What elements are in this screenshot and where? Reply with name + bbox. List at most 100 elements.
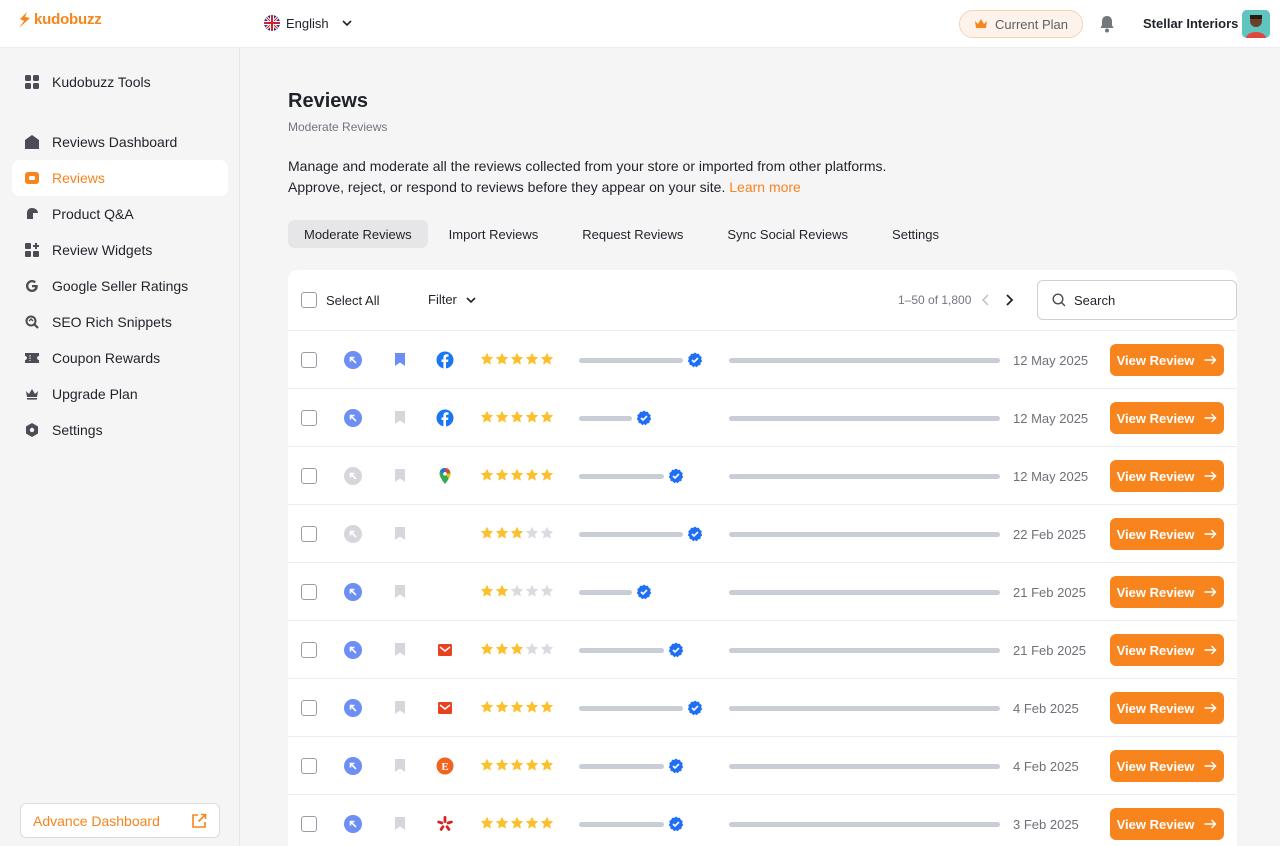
- search-input[interactable]: [1074, 292, 1214, 308]
- star-icon: [525, 584, 539, 597]
- reply-status-icon[interactable]: [344, 467, 362, 485]
- row-checkbox[interactable]: [301, 526, 317, 542]
- view-review-button[interactable]: View Review: [1110, 808, 1224, 840]
- tab-import-reviews[interactable]: Import Reviews: [433, 220, 555, 248]
- chevron-right-icon[interactable]: [1004, 294, 1014, 306]
- search-box[interactable]: [1037, 280, 1237, 320]
- bookmark-icon[interactable]: [394, 700, 406, 715]
- star-icon: [540, 816, 554, 829]
- sidebar-item-reviews[interactable]: Reviews: [12, 160, 228, 196]
- brand-logo[interactable]: kudobuzz: [18, 11, 102, 28]
- bookmark-icon[interactable]: [394, 526, 406, 541]
- advance-dashboard-button[interactable]: Advance Dashboard: [20, 803, 220, 838]
- avatar-image: [1242, 10, 1270, 38]
- star-icon: [510, 584, 524, 597]
- view-review-button[interactable]: View Review: [1110, 750, 1224, 782]
- row-checkbox[interactable]: [301, 700, 317, 716]
- row-checkbox[interactable]: [301, 410, 317, 426]
- tab-request-reviews[interactable]: Request Reviews: [566, 220, 699, 248]
- star-icon: [480, 468, 494, 481]
- view-review-label: View Review: [1116, 468, 1195, 484]
- reply-status-icon[interactable]: [344, 409, 362, 427]
- star-icon: [480, 758, 494, 771]
- select-all-label: Select All: [326, 292, 380, 308]
- view-review-button[interactable]: View Review: [1110, 634, 1224, 666]
- sidebar-item-upgrade-plan[interactable]: Upgrade Plan: [12, 376, 228, 412]
- filter-dropdown[interactable]: Filter: [428, 292, 477, 307]
- current-plan-button[interactable]: Current Plan: [959, 10, 1083, 38]
- sidebar: Kudobuzz Tools Reviews Dashboard Reviews…: [0, 48, 240, 846]
- bookmark-icon[interactable]: [394, 584, 406, 599]
- review-date: 12 May 2025: [1013, 353, 1089, 368]
- row-checkbox[interactable]: [301, 816, 317, 832]
- select-all[interactable]: Select All: [301, 292, 379, 308]
- seo-icon: [24, 314, 40, 330]
- avatar[interactable]: [1242, 10, 1270, 38]
- sidebar-item-label: Settings: [52, 422, 103, 438]
- bookmark-icon[interactable]: [394, 642, 406, 657]
- svg-text:E: E: [441, 761, 448, 773]
- reply-status-icon[interactable]: [344, 815, 362, 833]
- sidebar-item-label: Upgrade Plan: [52, 386, 138, 402]
- sidebar-item-seo-rich-snippets[interactable]: SEO Rich Snippets: [12, 304, 228, 340]
- reply-status-icon[interactable]: [344, 757, 362, 775]
- sidebar-item-reviews-dashboard[interactable]: Reviews Dashboard: [12, 124, 228, 160]
- bookmark-icon[interactable]: [394, 410, 406, 425]
- etsy-icon: E: [436, 757, 454, 775]
- account-name[interactable]: Stellar Interiors: [1143, 16, 1238, 31]
- sidebar-item-google-seller-ratings[interactable]: Google Seller Ratings: [12, 268, 228, 304]
- select-all-checkbox[interactable]: [301, 292, 317, 308]
- reply-status-icon[interactable]: [344, 525, 362, 543]
- main-content: Reviews Moderate Reviews Manage and mode…: [240, 48, 1280, 846]
- row-checkbox[interactable]: [301, 642, 317, 658]
- sidebar-item-settings[interactable]: Settings: [12, 412, 228, 448]
- view-review-button[interactable]: View Review: [1110, 402, 1224, 434]
- language-selector[interactable]: English: [264, 15, 353, 31]
- star-rating: [480, 468, 554, 482]
- star-rating: [480, 410, 554, 424]
- star-rating: [480, 526, 554, 540]
- sidebar-item-product-qa[interactable]: Product Q&A: [12, 196, 228, 232]
- reply-status-icon[interactable]: [344, 641, 362, 659]
- sidebar-item-review-widgets[interactable]: Review Widgets: [12, 232, 228, 268]
- star-icon: [495, 584, 509, 597]
- reply-status-icon[interactable]: [344, 583, 362, 601]
- kudobuzz-logo-icon: [19, 11, 30, 28]
- bookmark-icon[interactable]: [394, 758, 406, 773]
- table-row: 3 Feb 2025 View Review: [288, 794, 1237, 846]
- view-review-label: View Review: [1116, 758, 1195, 774]
- bookmark-icon[interactable]: [394, 352, 406, 367]
- view-review-button[interactable]: View Review: [1110, 344, 1224, 376]
- table-row: 21 Feb 2025 View Review: [288, 620, 1237, 678]
- bell-icon[interactable]: [1099, 15, 1115, 33]
- row-checkbox[interactable]: [301, 758, 317, 774]
- reply-status-icon[interactable]: [344, 699, 362, 717]
- view-review-button[interactable]: View Review: [1110, 518, 1224, 550]
- pagination-range: 1–50 of 1,800: [898, 293, 972, 307]
- arrow-right-icon: [1204, 587, 1217, 597]
- learn-more-link[interactable]: Learn more: [729, 179, 801, 195]
- row-checkbox[interactable]: [301, 584, 317, 600]
- view-review-button[interactable]: View Review: [1110, 692, 1224, 724]
- row-checkbox[interactable]: [301, 468, 317, 484]
- tab-settings[interactable]: Settings: [876, 220, 955, 248]
- bookmark-icon[interactable]: [394, 468, 406, 483]
- tab-moderate-reviews[interactable]: Moderate Reviews: [288, 220, 428, 248]
- chevron-left-icon[interactable]: [981, 294, 991, 306]
- verified-icon: [687, 352, 703, 368]
- sidebar-item-label: Reviews: [52, 170, 105, 186]
- sidebar-item-label: Review Widgets: [52, 242, 153, 258]
- arrow-right-icon: [1204, 413, 1217, 423]
- sidebar-item-coupon-rewards[interactable]: Coupon Rewards: [12, 340, 228, 376]
- reviewer-name-placeholder: [579, 358, 683, 363]
- tab-sync-social-reviews[interactable]: Sync Social Reviews: [711, 220, 864, 248]
- reply-status-icon[interactable]: [344, 351, 362, 369]
- sidebar-item-kudobuzz-tools[interactable]: Kudobuzz Tools: [12, 64, 228, 100]
- row-checkbox[interactable]: [301, 352, 317, 368]
- google-icon: [24, 278, 40, 294]
- view-review-button[interactable]: View Review: [1110, 460, 1224, 492]
- bookmark-icon[interactable]: [394, 816, 406, 831]
- view-review-button[interactable]: View Review: [1110, 576, 1224, 608]
- verified-icon: [668, 758, 684, 774]
- sidebar-item-label: SEO Rich Snippets: [52, 314, 172, 330]
